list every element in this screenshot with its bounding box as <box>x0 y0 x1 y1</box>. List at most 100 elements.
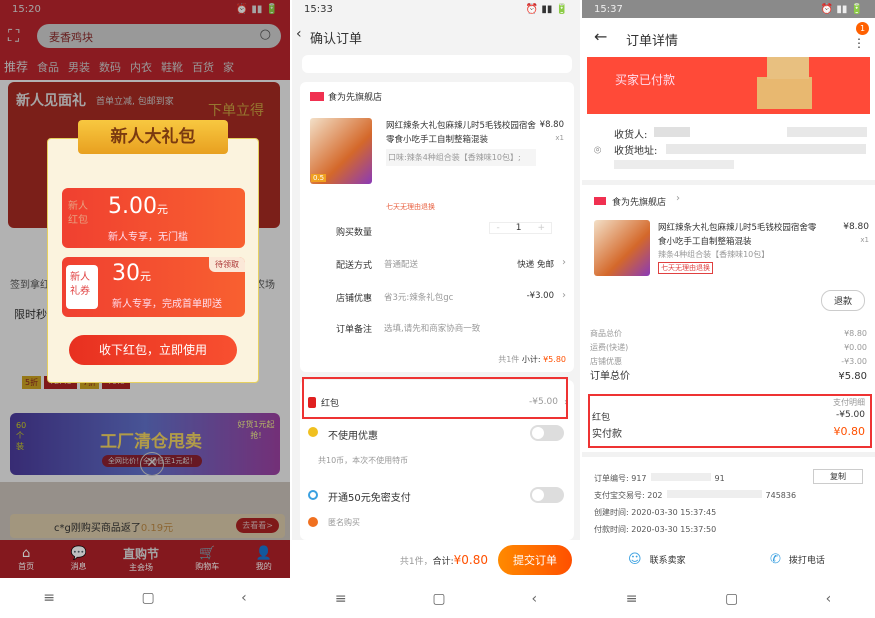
copy-button[interactable]: 复制 <box>813 469 863 484</box>
coupon-amount-value: 30 <box>112 261 140 286</box>
footer-total-label: 合计: <box>432 556 454 567</box>
paid-time: 付款时间: 2020-03-30 15:37:50 <box>594 525 717 534</box>
total-value: ¥5.80 <box>838 371 867 382</box>
store-name[interactable]: 食为先旗舰店 <box>612 195 666 208</box>
coupon-redpacket[interactable]: 新人红包 5.00元 新人专享，无门槛 <box>62 188 245 248</box>
footer-count: 共1件， <box>399 556 433 567</box>
status-bar: 15:37 ⏰ ▮▮ 🔋 <box>582 0 875 18</box>
call-label: 拨打电话 <box>788 556 825 566</box>
footer-total: ¥0.80 <box>453 553 488 567</box>
system-nav: ≡ ▢ ‹ <box>0 578 290 618</box>
chevron-right-icon: › <box>562 290 566 301</box>
coupon-tag: 新人红包 <box>68 201 88 226</box>
menu-icon[interactable]: ≡ <box>43 590 55 606</box>
back-arrow-icon[interactable]: ← <box>594 27 607 46</box>
claim-redpacket-button[interactable]: 收下红包，立即使用 <box>69 335 237 365</box>
back-icon[interactable]: ‹ <box>296 26 302 42</box>
menu-icon[interactable]: ≡ <box>626 591 638 607</box>
back-icon[interactable]: ‹ <box>826 591 832 607</box>
order-card: 食为先旗舰店 0.5 网红辣条大礼包麻辣儿时5毛钱校园宿舍零食小吃手工自制整箱混… <box>300 82 574 372</box>
product-price: ¥8.80 <box>539 120 564 130</box>
product-sku: 口味:辣条4种组合装【香辣味10包】; <box>386 149 536 166</box>
store-discount-value[interactable]: -¥3.00 <box>527 291 554 301</box>
system-nav: ≡ ▢ ‹ <box>582 580 875 618</box>
total-label: 订单总价 <box>590 371 630 382</box>
anonymous-label: 匿名购买 <box>328 518 360 527</box>
back-icon[interactable]: ‹ <box>241 590 247 606</box>
free-pay-label: 开通50元免密支付 <box>328 493 411 504</box>
box-icon <box>767 57 809 79</box>
remark-input[interactable]: 选填,请先和商家协商一致 <box>384 322 480 334</box>
subtotal: 共1件 小计: ¥5.80 <box>498 354 566 365</box>
subtotal-value: ¥5.80 <box>543 355 566 364</box>
pay-icon <box>308 490 318 500</box>
anonymous-checkbox[interactable] <box>308 517 318 527</box>
status-banner: 买家已付款 <box>587 57 870 114</box>
delivery-label: 配送方式 <box>336 261 373 271</box>
contact-label: 联系卖家 <box>649 556 686 566</box>
page-title: 订单详情 <box>626 34 679 49</box>
divider <box>582 180 875 185</box>
coupon-unit: 元 <box>156 203 168 216</box>
product-qty: x1 <box>555 134 564 142</box>
increase-button[interactable]: + <box>531 223 551 233</box>
home-screen: 15:20 ⏰ ▮▮ 🔋 ⛶ 麦香鸡块 ○ 推荐 食品 男装 数码 内衣 鞋靴 百货… <box>0 0 290 618</box>
highlight-box <box>302 377 568 419</box>
address-redacted <box>614 160 734 169</box>
refund-button[interactable]: 退款 <box>820 290 865 311</box>
order-status: 买家已付款 <box>615 73 676 87</box>
product-name[interactable]: 网红辣条大礼包麻辣儿时5毛钱校园宿舍零食小吃手工自制整箱混装 <box>386 119 536 147</box>
quantity-value[interactable]: 1 <box>506 223 532 233</box>
product-sku: 辣条4种组合装【香辣味10包】 <box>658 250 770 259</box>
phone-redacted <box>787 127 867 137</box>
pending-badge: 待领取 <box>209 257 245 272</box>
order-number: 订单编号: 917 <box>594 474 647 483</box>
store-name[interactable]: 食为先旗舰店 <box>328 90 382 103</box>
order-number-end: 91 <box>714 474 725 483</box>
home-square-icon[interactable]: ▢ <box>725 591 738 607</box>
contact-seller-button[interactable]: ☺ 联系卖家 <box>628 552 686 567</box>
decrease-button[interactable]: - <box>490 223 505 233</box>
time: 15:37 <box>594 4 623 15</box>
phone-icon: ✆ <box>770 552 781 567</box>
product-image[interactable]: 0.5 <box>310 118 372 184</box>
address-card[interactable] <box>302 55 572 73</box>
price-value: ¥0.00 <box>844 343 867 352</box>
product-qty: x1 <box>860 236 869 244</box>
thumb-badge: 0.5 <box>311 174 327 182</box>
return-policy-tag: 七天无理由退换 <box>386 203 435 211</box>
return-policy-tag: 七天无理由退换 <box>658 262 713 274</box>
submit-order-button[interactable]: 提交订单 <box>498 545 572 575</box>
box-icon <box>757 77 812 109</box>
address-label: 收货地址: <box>614 146 658 157</box>
home-square-icon[interactable]: ▢ <box>432 591 445 607</box>
time: 15:33 <box>304 4 333 15</box>
more-icon[interactable]: ⋮ <box>853 36 865 50</box>
coin-toggle[interactable] <box>530 425 564 441</box>
coins-hint: 共10币，本次不使用特币 <box>318 456 409 465</box>
page-title: 确认订单 <box>310 32 363 47</box>
price-value: -¥3.00 <box>841 357 867 366</box>
free-pay-toggle[interactable] <box>530 487 564 503</box>
menu-icon[interactable]: ≡ <box>335 591 347 607</box>
no-discount-label: 不使用优惠 <box>328 431 378 442</box>
call-button[interactable]: ✆ 拨打电话 <box>770 552 825 567</box>
delivery-value[interactable]: 快递 免邮 <box>517 258 554 270</box>
coupon-tag: 新人礼券 <box>66 265 98 309</box>
quantity-stepper[interactable]: -1 + <box>489 222 552 234</box>
location-icon: ⌾ <box>594 143 602 157</box>
subtotal-label: 小计: <box>521 355 541 364</box>
coupon-amount: 30元 <box>112 261 151 286</box>
home-square-icon[interactable]: ▢ <box>141 590 154 606</box>
address-redacted <box>666 144 866 154</box>
highlight-box <box>588 394 872 448</box>
receiver-redacted <box>654 127 690 137</box>
notification-badge: 1 <box>856 22 869 35</box>
product-image[interactable] <box>594 220 650 276</box>
coupon-voucher[interactable]: 新人礼券 待领取 30元 新人专享，完成首单即送 <box>62 257 245 317</box>
product-name[interactable]: 网红辣条大礼包麻辣儿时5毛钱校园宿舍零食小吃手工自制整箱混装 <box>658 221 822 249</box>
back-icon[interactable]: ‹ <box>531 591 537 607</box>
coupon-unit: 元 <box>140 270 151 283</box>
coupon-desc: 新人专享，无门槛 <box>108 232 188 243</box>
product-price: ¥8.80 <box>843 222 869 232</box>
